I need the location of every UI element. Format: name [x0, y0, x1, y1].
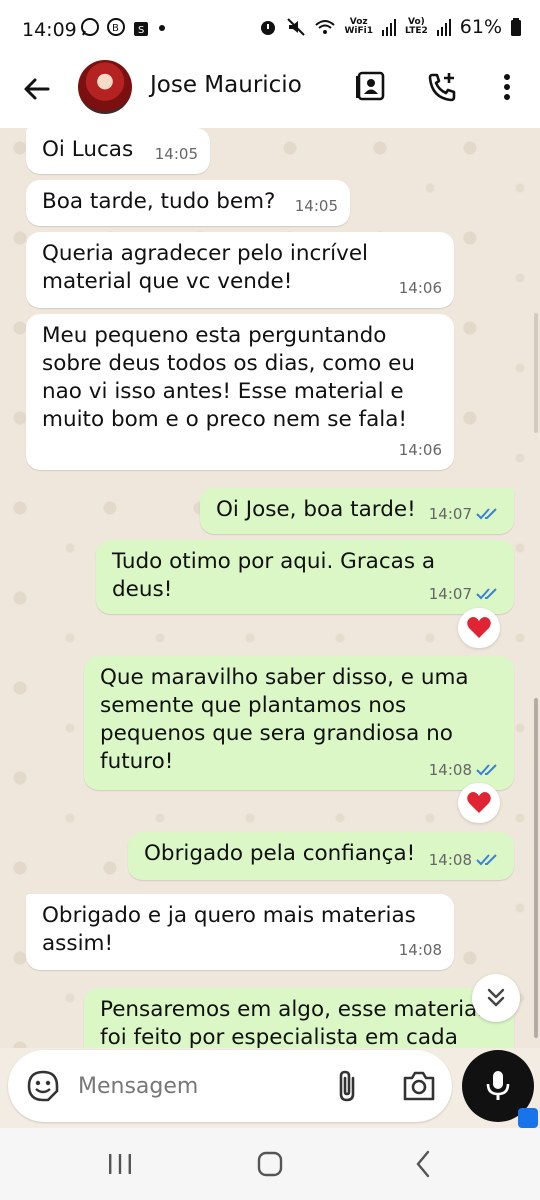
system-indicators: Voz WiFi1 Vo) LTE2 61%: [258, 16, 522, 38]
message-bubble[interactable]: Tudo otimo por aqui. Gracas a deus! 14:0…: [96, 540, 514, 614]
signal-2-icon: [436, 19, 451, 36]
message-text: Oi Jose, boa tarde!: [216, 497, 416, 522]
recent-apps-icon[interactable]: [102, 1148, 138, 1180]
message-time: 14:06: [398, 279, 442, 297]
read-receipt-icon: [476, 508, 497, 520]
message-time: 14:05: [154, 145, 198, 163]
message-time: 14:05: [294, 197, 338, 215]
mic-icon: [486, 1071, 510, 1100]
chat-header: Jose Mauricio: [0, 60, 540, 128]
voz-wifi-label: Voz WiFi1: [344, 18, 373, 36]
message-bubble[interactable]: Oi Jose, boa tarde! 14:07: [200, 488, 514, 534]
message-input[interactable]: [78, 1064, 318, 1108]
system-nav-bar: [0, 1128, 540, 1200]
message-meta: 14:08: [429, 846, 502, 874]
status-bar: 14:09 B S Voz WiFi1 Vo) LTE2 61%: [0, 0, 540, 60]
message-bubble[interactable]: Oi Lucas 14:05: [26, 128, 210, 174]
message-time: 14:07: [428, 505, 472, 523]
heart-icon: [467, 792, 491, 813]
message-bubble[interactable]: Que maravilho saber disso, e uma semente…: [84, 656, 514, 790]
back-arrow-icon[interactable]: [20, 72, 54, 106]
svg-text:B: B: [112, 23, 119, 34]
scrollbar-track: [534, 313, 538, 433]
whatsapp-business-icon: B: [107, 18, 125, 36]
message-text: Pensaremos em algo, esse material foi fe…: [100, 997, 484, 1048]
more-vert-icon[interactable]: [490, 70, 524, 104]
message-bubble[interactable]: Queria agradecer pelo incrível material …: [26, 232, 454, 308]
message-time: 14:08: [428, 851, 472, 869]
scrollbar[interactable]: [534, 698, 538, 1038]
message-bubble[interactable]: Pensaremos em algo, esse material foi fe…: [84, 988, 514, 1048]
read-receipt-icon: [476, 854, 497, 866]
message-time: 14:08: [398, 941, 442, 959]
message-text: Que maravilho saber disso, e uma semente…: [100, 665, 469, 774]
battery-percent: 61%: [459, 16, 502, 38]
contact-name[interactable]: Jose Mauricio: [150, 72, 302, 98]
alarm-icon: [261, 21, 276, 35]
scroll-down-icon: [487, 988, 505, 1007]
status-time: 14:09: [22, 19, 77, 41]
message-meta: 14:08: [399, 936, 442, 964]
reaction-heart[interactable]: [458, 783, 500, 823]
message-text: Obrigado pela confiança!: [144, 841, 416, 866]
heart-icon: [467, 617, 491, 638]
contact-card-icon[interactable]: [354, 70, 388, 104]
camera-icon[interactable]: [401, 1069, 437, 1103]
message-bubble[interactable]: Obrigado pela confiança! 14:08: [128, 832, 514, 880]
mute-icon: [287, 18, 306, 36]
message-bubble[interactable]: Obrigado e ja quero mais materias assim!…: [26, 894, 454, 970]
lte2-text: LTE2: [404, 26, 428, 36]
signal-1-icon: [381, 19, 396, 36]
reaction-heart[interactable]: [458, 608, 500, 648]
battery-icon: [511, 18, 521, 36]
scroll-down-button[interactable]: [472, 974, 520, 1022]
add-call-icon[interactable]: [426, 70, 460, 104]
message-text: Oi Lucas: [42, 137, 134, 162]
message-bubble[interactable]: Boa tarde, tudo bem? 14:05: [26, 180, 350, 226]
back-nav-icon[interactable]: [406, 1148, 442, 1180]
home-icon[interactable]: [252, 1148, 288, 1180]
emoji-icon[interactable]: [26, 1069, 60, 1103]
volte-label: Vo) LTE2: [405, 18, 428, 36]
message-meta: 14:06: [399, 436, 442, 464]
read-receipt-icon: [476, 764, 497, 776]
message-meta: 14:07: [429, 500, 502, 528]
message-text: Tudo otimo por aqui. Gracas a deus!: [112, 549, 436, 602]
attach-icon[interactable]: [331, 1068, 365, 1104]
message-text: Meu pequeno esta perguntando sobre deus …: [42, 323, 416, 432]
message-time: 14:07: [428, 585, 472, 603]
message-time: 14:06: [398, 441, 442, 459]
message-text: Boa tarde, tudo bem?: [42, 189, 276, 214]
notification-icons: B S: [80, 17, 168, 37]
wifi-icon: [315, 20, 336, 34]
message-composer: [8, 1050, 452, 1122]
svg-text:S: S: [138, 25, 144, 36]
chat-area[interactable]: Oi Lucas 14:05 Boa tarde, tudo bem? 14:0…: [0, 128, 540, 1048]
message-meta: 14:06: [399, 274, 442, 302]
shopping-bag-icon: S: [134, 22, 148, 36]
wifi1-text: WiFi1: [344, 26, 373, 36]
message-meta: 14:07: [429, 580, 502, 608]
whatsapp-icon: [81, 18, 99, 36]
floating-badge-icon[interactable]: [518, 1108, 538, 1128]
message-meta: 14:05: [295, 192, 338, 220]
message-meta: 14:08: [429, 756, 502, 784]
message-time: 14:08: [428, 761, 472, 779]
message-text: Obrigado e ja quero mais materias assim!: [42, 903, 416, 956]
avatar[interactable]: [78, 60, 132, 114]
message-text: Queria agradecer pelo incrível material …: [42, 241, 369, 294]
message-bubble[interactable]: Meu pequeno esta perguntando sobre deus …: [26, 314, 454, 470]
notification-dot-icon: [159, 25, 165, 31]
message-meta: 14:05: [155, 140, 198, 168]
read-receipt-icon: [476, 588, 497, 600]
